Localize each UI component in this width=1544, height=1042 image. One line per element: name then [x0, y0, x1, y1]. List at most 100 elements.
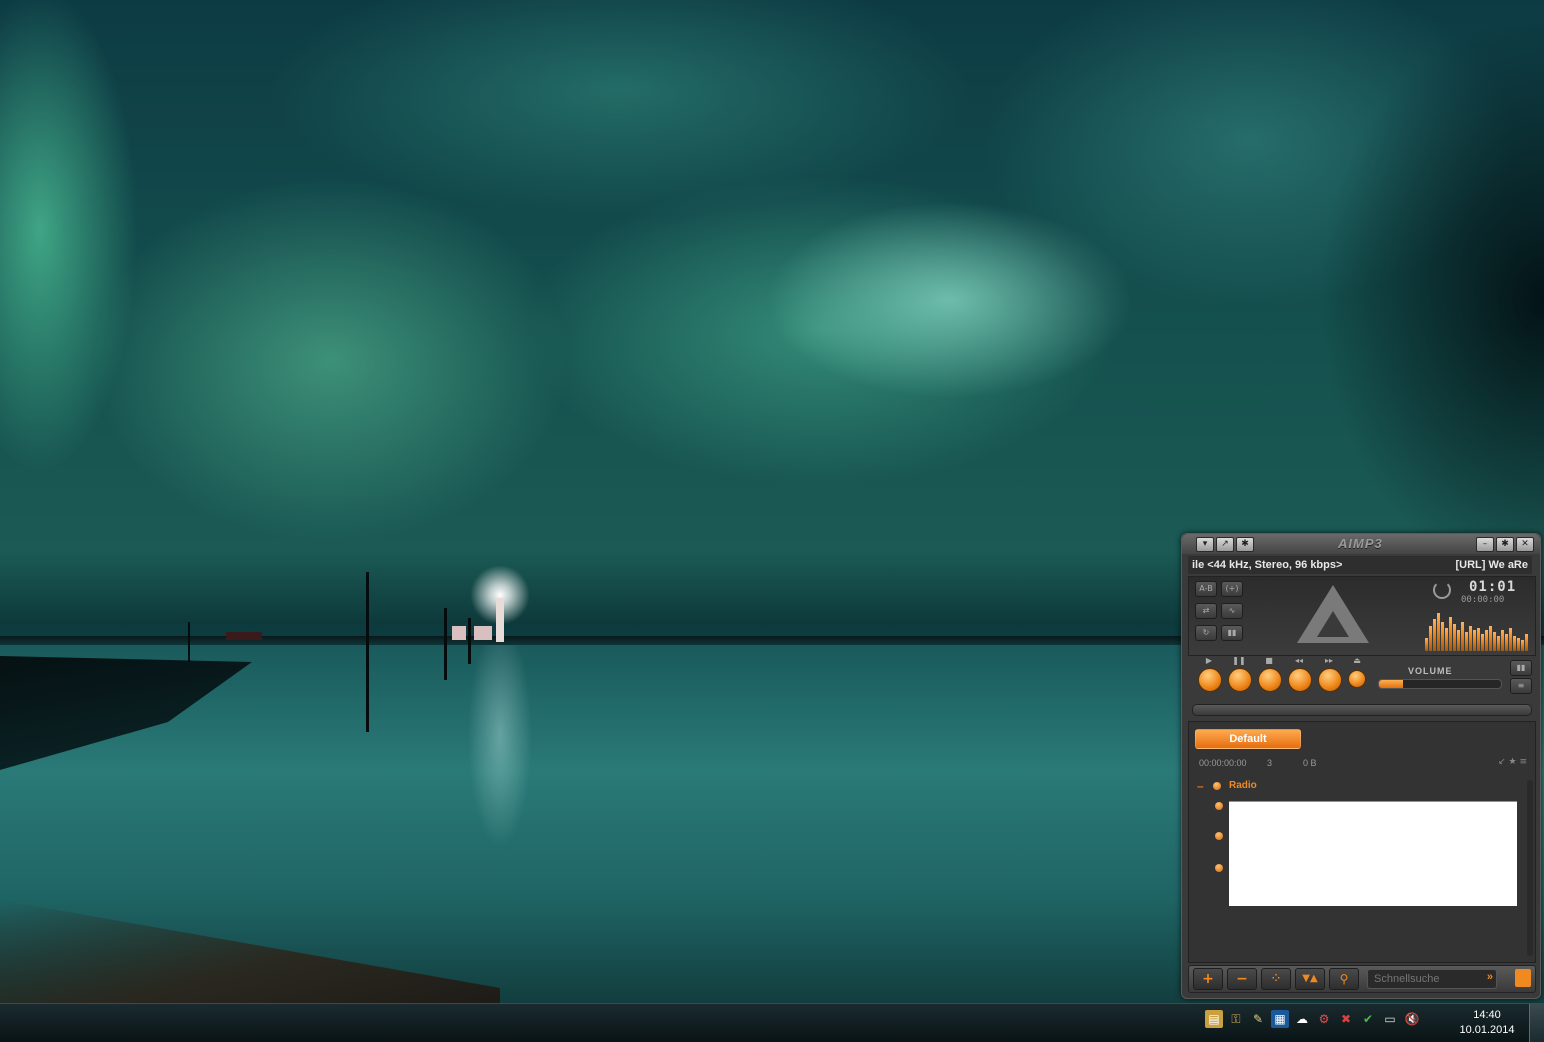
playlist-toolbar: + − ⁘ ▼▲ ⚲ » — [1188, 965, 1536, 993]
track-dot-icon — [1215, 864, 1223, 872]
collapse-icon[interactable]: – — [1197, 780, 1204, 792]
stop-label: ■ — [1265, 656, 1273, 665]
pin-icon[interactable]: ↙ — [1498, 757, 1506, 767]
playlist-group[interactable]: – Radio — [1195, 780, 1525, 794]
pen-icon[interactable]: ✎ — [1249, 1010, 1267, 1028]
search-input[interactable] — [1372, 971, 1476, 987]
group-dot-icon — [1213, 782, 1221, 790]
settings-button[interactable]: ✱ — [1236, 537, 1254, 552]
tab-default[interactable]: Default — [1195, 729, 1301, 749]
window-icon[interactable]: ▭ — [1381, 1010, 1399, 1028]
aimp-window[interactable]: ▾ ↗ ✱ AIMP3 – ✱ ✕ ile <44 kHz, Stereo, 9… — [1181, 533, 1541, 999]
play-label: ▶ — [1205, 656, 1213, 665]
elapsed-time[interactable]: 01:01 — [1469, 579, 1516, 595]
house — [226, 632, 262, 640]
minimode-button[interactable]: ↗ — [1216, 537, 1234, 552]
shield-icon[interactable]: ✔ — [1359, 1010, 1377, 1028]
title-buttons-right: – ✱ ✕ — [1476, 537, 1534, 552]
lock-icon[interactable]: ⚿ — [1227, 1010, 1245, 1028]
play-button[interactable] — [1198, 668, 1222, 692]
stop-button[interactable] — [1258, 668, 1282, 692]
next-button[interactable] — [1318, 668, 1342, 692]
spectrum-bar — [1497, 636, 1500, 651]
pause-label: ❚❚ — [1232, 656, 1246, 665]
taskbar: ▤ ⚿ ✎ ▦ ☁ ⚙ ✖ ✔ ▭ 🔇 14:40 10.01.2014 — [0, 1003, 1544, 1042]
shuffle-icon[interactable]: ⇄ — [1195, 603, 1217, 619]
remove-icon[interactable]: − — [1227, 968, 1257, 990]
house — [452, 626, 466, 640]
ab-repeat-icon[interactable]: A-B — [1195, 581, 1217, 597]
system-tray: ▤ ⚿ ✎ ▦ ☁ ⚙ ✖ ✔ ▭ 🔇 — [1205, 1010, 1421, 1028]
playlist-file-icon[interactable] — [1515, 969, 1531, 987]
playlist-stats: 00:00:00:00 3 0 B — [1199, 758, 1317, 768]
spectrum-bar — [1469, 626, 1472, 651]
spectrum-bar — [1505, 634, 1508, 651]
spectrum-bar — [1453, 624, 1456, 651]
spectrum-bar — [1433, 619, 1436, 651]
spectrum-bar — [1441, 622, 1444, 651]
star-icon[interactable]: ★ — [1509, 757, 1517, 767]
clock-date: 10.01.2014 — [1459, 1024, 1515, 1036]
minimize-button[interactable]: – — [1476, 537, 1494, 552]
spectrum-bar — [1489, 626, 1492, 651]
pole — [444, 608, 447, 680]
open-button[interactable] — [1348, 670, 1366, 688]
system-clock[interactable]: 14:40 10.01.2014 — [1456, 1008, 1518, 1038]
bike-icon[interactable]: ⚙ — [1315, 1010, 1333, 1028]
spectrum-bar — [1473, 630, 1476, 651]
track-format: ile <44 kHz, Stereo, 96 kbps> — [1192, 559, 1343, 571]
volume-slider[interactable] — [1378, 679, 1502, 689]
spectrum-bar — [1509, 628, 1512, 651]
playlist-toggle-icon[interactable]: ≡ — [1510, 678, 1532, 694]
previous-button[interactable] — [1288, 668, 1312, 692]
house — [474, 626, 492, 640]
search-icon[interactable]: ⚲ — [1329, 968, 1359, 990]
select-icon[interactable]: ⁘ — [1261, 968, 1291, 990]
spectrum-bar — [1461, 622, 1464, 651]
equalizer-toggle-icon[interactable]: (+) — [1221, 581, 1243, 597]
spectrum-bar — [1477, 628, 1480, 651]
tray-button[interactable]: ✱ — [1496, 537, 1514, 552]
spectrum-bar — [1429, 626, 1432, 651]
volume-mute-icon[interactable]: 🔇 — [1403, 1010, 1421, 1028]
spectrum-bar — [1521, 640, 1524, 651]
sort-icon[interactable]: ▼▲ — [1295, 968, 1325, 990]
title-bar[interactable]: ▾ ↗ ✱ AIMP3 – ✱ ✕ — [1182, 534, 1540, 554]
transport-controls: ▶ ❚❚ ■ ◂◂ ▸▸ ⏏ VOLUME ▮▮ ≡ — [1188, 656, 1534, 696]
volume-label: VOLUME — [1408, 666, 1453, 676]
track-title: [URL] We aRe — [1455, 559, 1528, 571]
total-time: 00:00:00 — [1461, 595, 1505, 605]
add-icon[interactable]: + — [1193, 968, 1223, 990]
folder-icon[interactable]: ▤ — [1205, 1010, 1223, 1028]
show-desktop-button[interactable] — [1529, 1004, 1544, 1042]
spectrum-bar — [1485, 630, 1488, 651]
menu-button[interactable]: ▾ — [1196, 537, 1214, 552]
flag-icon[interactable]: ✖ — [1337, 1010, 1355, 1028]
group-name: Radio — [1229, 780, 1257, 791]
next-label: ▸▸ — [1324, 656, 1334, 665]
visualization-icon[interactable]: ▮▮ — [1221, 625, 1243, 641]
quick-search[interactable]: » — [1367, 969, 1497, 989]
power-icon[interactable] — [1433, 581, 1451, 599]
aimp-logo-inner — [1317, 611, 1349, 637]
cloud-icon[interactable]: ☁ — [1293, 1010, 1311, 1028]
seek-bar[interactable] — [1192, 704, 1532, 716]
pole — [188, 622, 190, 662]
playlist-scrollbar[interactable] — [1527, 780, 1533, 956]
network-icon[interactable]: ▦ — [1271, 1010, 1289, 1028]
search-go-button[interactable]: » — [1487, 971, 1493, 983]
close-button[interactable]: ✕ — [1516, 537, 1534, 552]
spectrum-bar — [1437, 613, 1440, 651]
playlist-tracks-area[interactable] — [1229, 801, 1517, 906]
effects-icon[interactable]: ∿ — [1221, 603, 1243, 619]
spectrum-bar — [1465, 632, 1468, 651]
list-menu-icon[interactable]: ≡ — [1519, 757, 1527, 767]
previous-label: ◂◂ — [1294, 656, 1304, 665]
equalizer-icon[interactable]: ▮▮ — [1510, 660, 1532, 676]
lighthouse — [496, 598, 504, 642]
app-logo: AIMP3 — [1338, 536, 1383, 551]
repeat-icon[interactable]: ↻ — [1195, 625, 1217, 641]
track-dot-icon — [1215, 802, 1223, 810]
player-display: A-B (+) ⇄ ∿ ↻ ▮▮ 01:01 00:00:00 — [1188, 576, 1536, 656]
pause-button[interactable] — [1228, 668, 1252, 692]
